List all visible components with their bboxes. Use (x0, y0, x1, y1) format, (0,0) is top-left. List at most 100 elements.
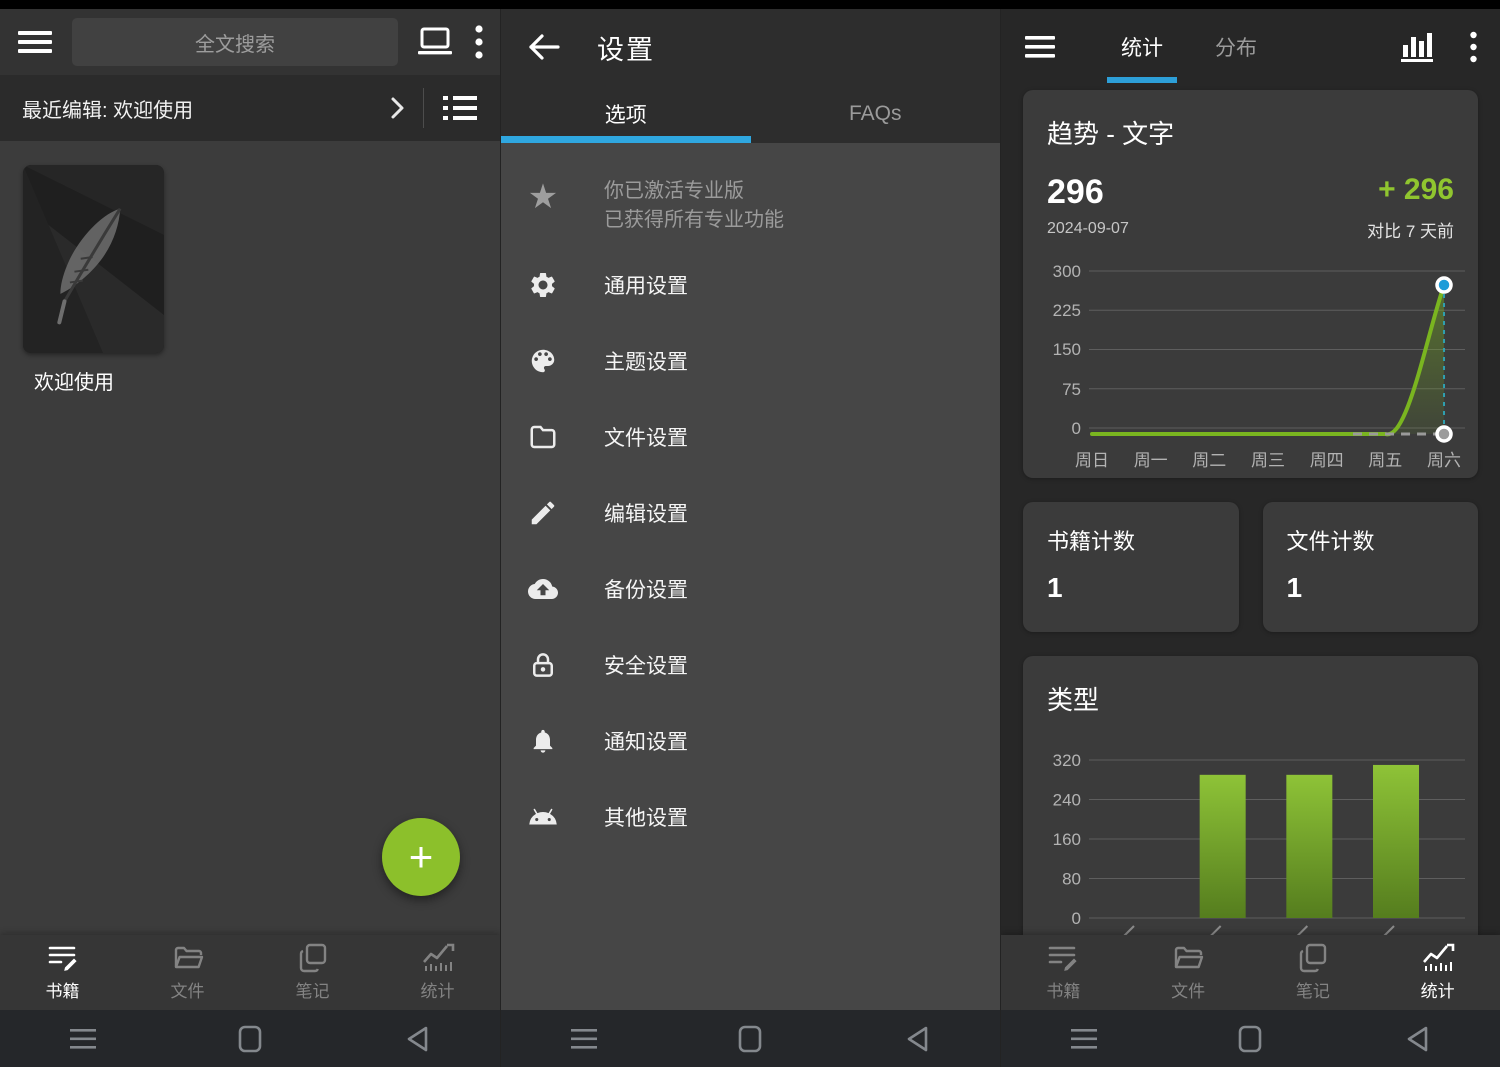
nav-tab-files[interactable]: 文件 (125, 935, 250, 1010)
chevron-right-icon[interactable] (390, 96, 405, 120)
system-back-button[interactable] (834, 1010, 1000, 1067)
file-count-value: 1 (1287, 572, 1455, 604)
stats-screen: 统计 分布 趋势 - 文字 296 (1000, 0, 1500, 1067)
svg-text:160: 160 (1053, 830, 1081, 849)
svg-text:周四: 周四 (1310, 451, 1344, 470)
system-home-button[interactable] (167, 1010, 334, 1067)
book-tile[interactable]: 欢迎使用 (23, 165, 164, 395)
svg-text:周六: 周六 (1427, 451, 1461, 470)
pro-line1: 你已激活专业版 (604, 177, 784, 206)
settings-item-label: 通知设置 (604, 726, 688, 756)
settings-item-label: 其他设置 (604, 802, 688, 832)
settings-item-label: 文件设置 (604, 422, 688, 452)
nav-tab-stats[interactable]: 统计 (1375, 935, 1500, 1010)
count-cards-row: 书籍计数 1 文件计数 1 (1023, 502, 1478, 632)
nav-label: 书籍 (1046, 977, 1080, 1002)
system-navigation-bar (1001, 1010, 1500, 1067)
divider (423, 88, 424, 128)
library-screen: 全文搜索 最近编辑: 欢迎使用 (0, 0, 500, 1067)
folder-icon (172, 943, 204, 973)
system-menu-button[interactable] (501, 1010, 667, 1067)
nav-tab-stats[interactable]: 统计 (375, 935, 500, 1010)
system-back-button[interactable] (333, 1010, 500, 1067)
settings-item-label: 通用设置 (604, 270, 688, 300)
system-home-button[interactable] (667, 1010, 833, 1067)
settings-item-files[interactable]: 文件设置 (501, 399, 1000, 475)
system-menu-button[interactable] (0, 1010, 167, 1067)
recent-edit-row[interactable]: 最近编辑: 欢迎使用 (0, 75, 500, 141)
svg-text:150: 150 (1053, 340, 1081, 359)
settings-item-general[interactable]: 通用设置 (501, 247, 1000, 323)
system-back-button[interactable] (1334, 1010, 1500, 1067)
hamburger-menu-icon[interactable] (16, 28, 54, 56)
tab-distribution[interactable]: 分布 (1189, 9, 1283, 85)
book-count-card[interactable]: 书籍计数 1 (1023, 502, 1239, 632)
overflow-menu-icon[interactable] (474, 23, 484, 61)
settings-title: 设置 (597, 28, 655, 67)
nav-tab-files[interactable]: 文件 (1126, 935, 1251, 1010)
book-title: 欢迎使用 (34, 366, 164, 395)
comparison-data-point[interactable] (1437, 427, 1451, 441)
settings-header: 设置 (501, 9, 1000, 85)
book-count-value: 1 (1047, 572, 1215, 604)
overflow-menu-icon[interactable] (1469, 30, 1478, 64)
desktop-mode-icon[interactable] (416, 25, 454, 59)
notes-icon (1297, 943, 1329, 973)
bar-chart-icon[interactable] (1399, 31, 1435, 63)
recent-edit-label: 最近编辑: 欢迎使用 (22, 94, 193, 123)
list-view-icon[interactable] (442, 94, 478, 122)
nav-tab-books[interactable]: 书籍 (1001, 935, 1126, 1010)
nav-label: 笔记 (1296, 977, 1330, 1002)
x-axis-ticks: 周日 周一 周二 周三 周四 周五 周六 (1075, 451, 1461, 470)
nav-label: 统计 (1421, 977, 1455, 1002)
tab-faqs[interactable]: FAQs (751, 85, 1001, 143)
tab-statistics[interactable]: 统计 (1095, 9, 1189, 85)
trend-compare-label: 对比 7 天前 (1367, 217, 1454, 242)
add-book-fab[interactable]: + (382, 818, 460, 896)
trend-line-chart[interactable]: 300 225 150 75 0 周日 周一 周二 周三 周四 周五 周六 (1023, 250, 1479, 478)
settings-item-theme[interactable]: 主题设置 (501, 323, 1000, 399)
system-menu-button[interactable] (1001, 1010, 1167, 1067)
settings-tabbar: 选项 FAQs (501, 85, 1000, 143)
svg-text:周三: 周三 (1251, 451, 1285, 470)
active-tab-underline (501, 136, 751, 143)
nav-tab-books[interactable]: 书籍 (0, 935, 125, 1010)
trend-current-date: 2024-09-07 (1047, 220, 1129, 238)
file-count-card[interactable]: 文件计数 1 (1263, 502, 1479, 632)
tab-options[interactable]: 选项 (501, 85, 751, 143)
current-data-point[interactable] (1437, 278, 1451, 292)
search-placeholder: 全文搜索 (195, 28, 275, 57)
bars (1200, 765, 1419, 918)
tab-label: FAQs (849, 102, 902, 126)
palette-icon (527, 346, 559, 376)
bottom-navigation: 书籍 文件 笔记 统计 (0, 935, 500, 1010)
settings-item-notifications[interactable]: 通知设置 (501, 703, 1000, 779)
back-arrow-icon[interactable] (527, 32, 561, 62)
system-home-button[interactable] (1167, 1010, 1333, 1067)
settings-item-backup[interactable]: 备份设置 (501, 551, 1000, 627)
tab-label: 统计 (1121, 32, 1163, 62)
svg-text:225: 225 (1053, 301, 1081, 320)
tab-label: 分布 (1215, 32, 1257, 62)
svg-text:周五: 周五 (1368, 451, 1402, 470)
pro-version-item[interactable]: ★ 你已激活专业版 已获得所有专业功能 (501, 143, 1000, 247)
y-axis-ticks: 320 240 160 80 0 (1053, 751, 1081, 928)
stats-icon (1421, 943, 1455, 973)
stats-content: 趋势 - 文字 296 2024-09-07 + 296 对比 7 天前 (1001, 85, 1500, 1010)
trend-card: 趋势 - 文字 296 2024-09-07 + 296 对比 7 天前 (1023, 90, 1478, 478)
android-icon (527, 802, 559, 832)
settings-item-security[interactable]: 安全设置 (501, 627, 1000, 703)
books-icon (1047, 943, 1079, 973)
nav-tab-notes[interactable]: 笔记 (1251, 935, 1376, 1010)
nav-tab-notes[interactable]: 笔记 (250, 935, 375, 1010)
bell-icon (527, 726, 559, 756)
book-cover-image[interactable] (23, 165, 164, 353)
folder-icon (527, 422, 559, 452)
settings-item-other[interactable]: 其他设置 (501, 779, 1000, 855)
book-count-label: 书籍计数 (1047, 524, 1215, 556)
nav-label: 书籍 (46, 977, 80, 1002)
search-input[interactable]: 全文搜索 (72, 18, 398, 66)
status-bar (0, 0, 1500, 9)
settings-item-editor[interactable]: 编辑设置 (501, 475, 1000, 551)
hamburger-menu-icon[interactable] (1023, 34, 1057, 60)
